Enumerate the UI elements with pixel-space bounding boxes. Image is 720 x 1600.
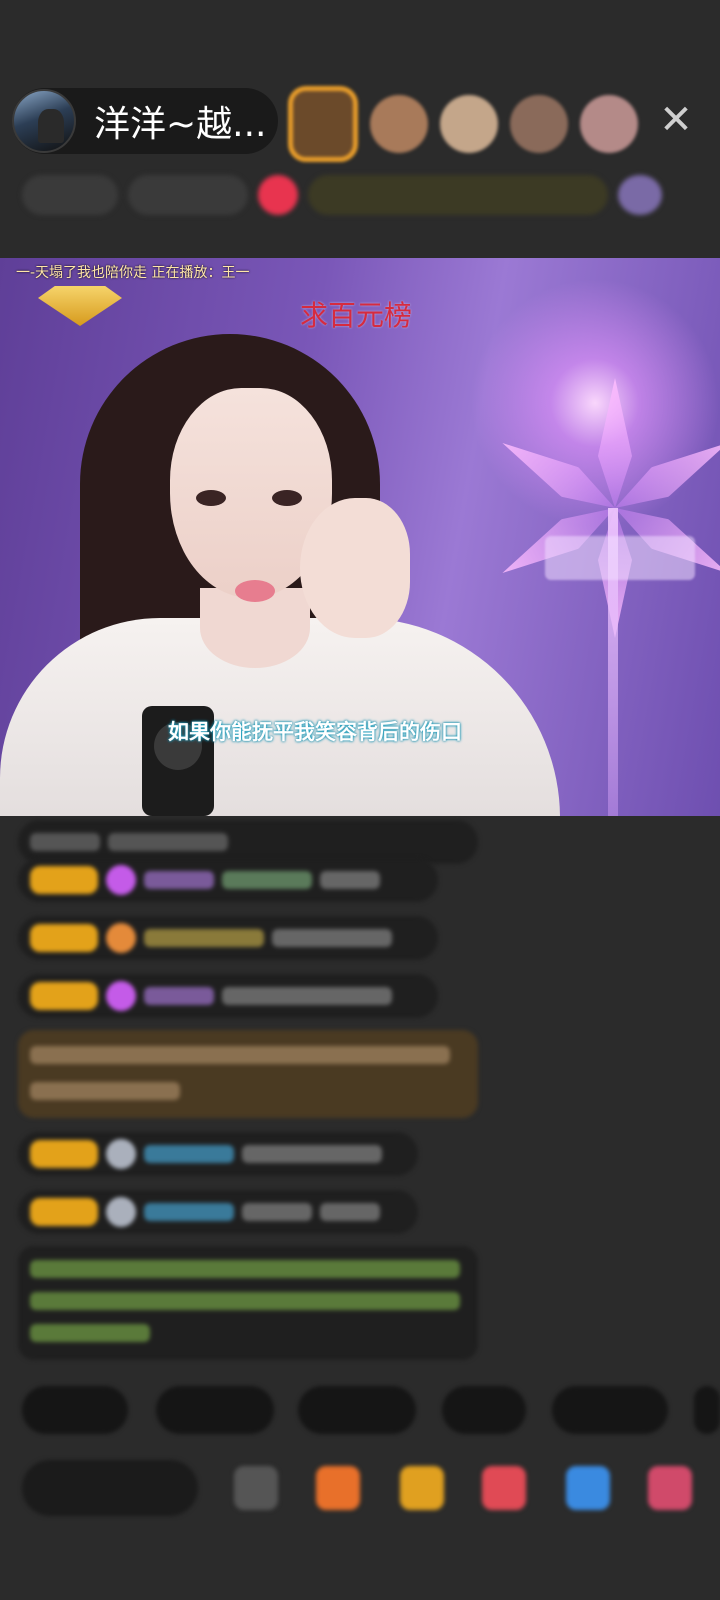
level-chip — [30, 1140, 98, 1168]
emoji-icon[interactable] — [234, 1466, 278, 1510]
level-chip — [30, 982, 98, 1010]
heart-icon[interactable] — [482, 1466, 526, 1510]
request-overlay-text: 求百元榜 — [300, 299, 413, 332]
streamer-hand — [300, 498, 410, 638]
chat-input[interactable] — [22, 1460, 198, 1516]
lyrics-subtitle: 如果你能抚平我笑容背后的伤口 — [168, 720, 462, 744]
level-chip — [30, 866, 98, 894]
chat-message[interactable] — [18, 916, 438, 960]
chat-message[interactable] — [18, 1132, 418, 1176]
host-avatar[interactable] — [12, 89, 76, 153]
tag-fans[interactable] — [128, 175, 248, 215]
viewer-avatar-2[interactable] — [370, 95, 428, 153]
background-sign — [545, 536, 695, 580]
top-viewers-list — [288, 86, 638, 162]
live-video[interactable]: 一-天塌了我也陪你走 正在播放：王一 求百元榜 如果你能抚平我笑容背后的伤口 — [0, 258, 720, 816]
quick-reply-chip[interactable] — [552, 1386, 668, 1434]
system-notice — [18, 1246, 478, 1360]
quick-reply-chip[interactable] — [22, 1386, 128, 1434]
quick-reply-chip[interactable] — [156, 1386, 274, 1434]
quick-reply-chip[interactable] — [442, 1386, 526, 1434]
quick-reply-chip[interactable] — [298, 1386, 416, 1434]
gem-icon — [106, 865, 136, 895]
viewer-avatar-3[interactable] — [440, 95, 498, 153]
viewer-avatar-5[interactable] — [580, 95, 638, 153]
streamer-eye — [272, 490, 302, 506]
gift-box-icon[interactable] — [316, 1466, 360, 1510]
gem-icon — [106, 1197, 136, 1227]
gift-icon[interactable] — [648, 1466, 692, 1510]
close-icon[interactable]: ✕ — [656, 100, 696, 140]
viewer-avatar-1[interactable] — [288, 86, 358, 162]
level-chip — [30, 1198, 98, 1226]
tag-more[interactable] — [618, 175, 662, 215]
streamer-eye — [196, 490, 226, 506]
chat-message[interactable] — [18, 1190, 418, 1234]
chat-message[interactable] — [18, 974, 438, 1018]
gem-icon — [106, 981, 136, 1011]
game-icon[interactable] — [566, 1466, 610, 1510]
streamer-lips — [235, 580, 275, 602]
red-packet-icon[interactable] — [400, 1466, 444, 1510]
info-tags-row — [22, 172, 698, 218]
viewer-avatar-4[interactable] — [510, 95, 568, 153]
chat-message[interactable] — [18, 858, 438, 902]
chat-message-highlighted[interactable] — [18, 1030, 478, 1118]
quick-reply-chip[interactable] — [694, 1386, 720, 1434]
level-chip — [30, 924, 98, 952]
tag-rank[interactable] — [22, 175, 118, 215]
host-name: 洋洋~越... — [94, 104, 267, 145]
now-playing-text: 一-天塌了我也陪你走 正在播放：王一 — [16, 265, 250, 281]
tag-activity[interactable] — [308, 175, 608, 215]
host-info-pill[interactable]: 洋洋~越... — [12, 88, 278, 154]
guardian-badge-icon[interactable] — [38, 286, 122, 326]
tag-badge[interactable] — [258, 175, 298, 215]
gem-icon — [106, 1139, 136, 1169]
gem-icon — [106, 923, 136, 953]
